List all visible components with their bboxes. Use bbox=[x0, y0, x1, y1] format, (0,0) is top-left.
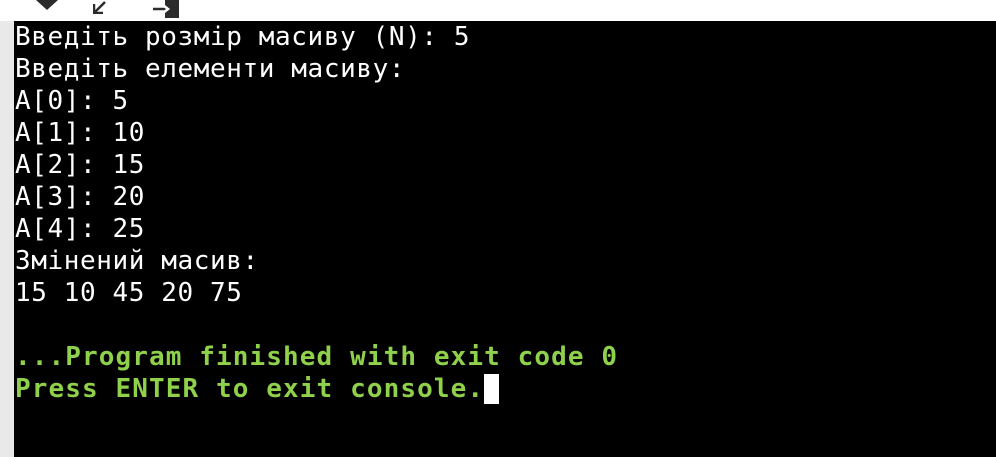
console-toolbar bbox=[0, 0, 996, 21]
left-gutter bbox=[0, 21, 14, 457]
console-line: Введіть елементи масиву: bbox=[15, 54, 406, 84]
restore-icon[interactable] bbox=[93, 0, 109, 18]
text-cursor bbox=[484, 374, 500, 404]
console-line: A[0]: 5 bbox=[15, 86, 129, 116]
debug-icon[interactable] bbox=[36, 0, 58, 18]
console-line: 15 10 45 20 75 bbox=[15, 278, 243, 308]
console-line: A[2]: 15 bbox=[15, 150, 146, 180]
console-output[interactable]: Введіть розмір масиву (N): 5 Введіть еле… bbox=[14, 21, 996, 457]
console-line: A[4]: 25 bbox=[15, 214, 146, 244]
console-line: A[3]: 20 bbox=[15, 182, 146, 212]
exit-icon[interactable] bbox=[153, 0, 181, 18]
console-line: Введіть розмір масиву (N): 5 bbox=[15, 22, 471, 52]
exit-prompt-line: Press ENTER to exit console. bbox=[15, 373, 996, 405]
online-ide-console-window: Введіть розмір масиву (N): 5 Введіть еле… bbox=[0, 0, 996, 457]
exit-prompt-text: Press ENTER to exit console. bbox=[15, 374, 485, 404]
exit-status-line: ...Program finished with exit code 0 bbox=[15, 342, 619, 372]
console-line: A[1]: 10 bbox=[15, 118, 146, 148]
console-line: Змінений масив: bbox=[15, 246, 259, 276]
